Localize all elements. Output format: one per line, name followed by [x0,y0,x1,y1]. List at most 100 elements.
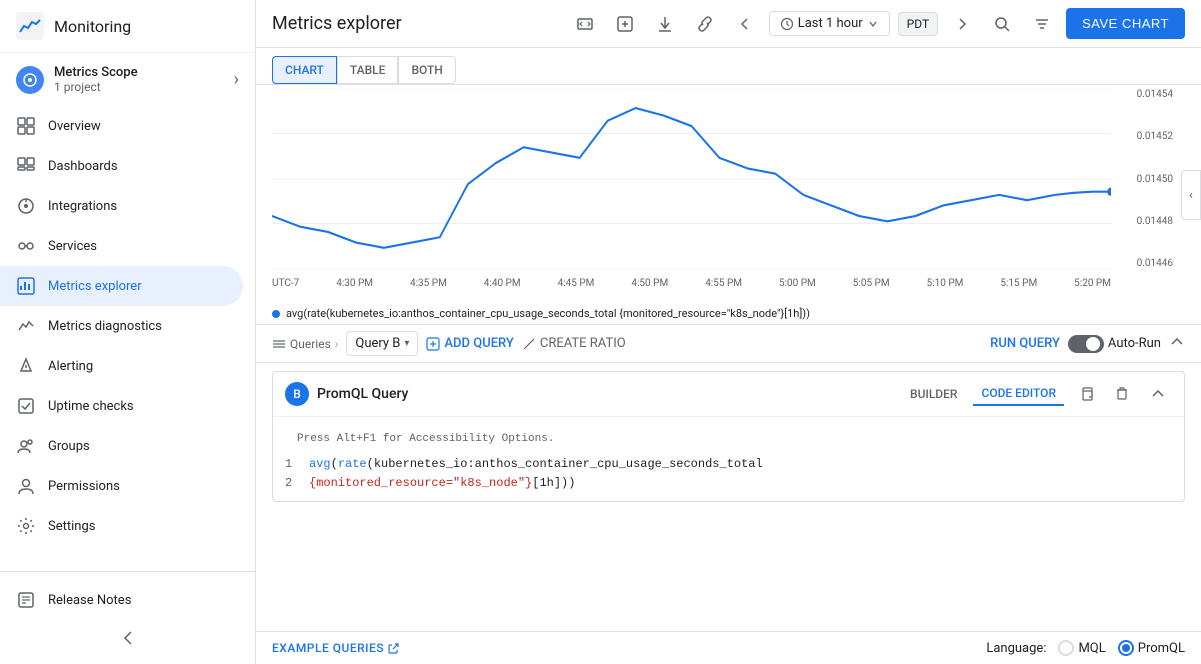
auto-run-toggle-switch[interactable] [1068,335,1104,353]
query-selector[interactable]: Query B ▾ [346,331,418,356]
alerting-icon [16,356,36,376]
collapse-panel-btn[interactable]: ‹ [1181,170,1201,220]
search-icon[interactable] [986,8,1018,40]
y-label: 0.01450 [1137,174,1173,185]
query-bar: Queries › Query B ▾ ADD QUERY CREATE RAT… [256,325,1201,363]
timezone-label: PDT [898,12,938,36]
query-editor: B PromQL Query BUILDER CODE EDITOR Press… [272,371,1185,502]
mql-radio-group[interactable]: MQL [1058,640,1105,656]
copy-query-icon[interactable] [1072,380,1100,408]
next-time-icon[interactable] [946,8,978,40]
tab-code-editor[interactable]: CODE EDITOR [973,382,1064,406]
filter-icon[interactable] [1026,8,1058,40]
add-query-label: ADD QUERY [444,336,513,351]
add-query-button[interactable]: ADD QUERY [426,336,513,351]
x-label: 5:15 PM [1000,278,1037,289]
prev-time-icon[interactable] [729,8,761,40]
chart-svg-container [272,89,1111,269]
create-ratio-button[interactable]: CREATE RATIO [522,336,626,351]
topbar: Metrics explorer Last 1 hour PDT [256,0,1201,48]
link-icon[interactable] [689,8,721,40]
sidebar: Monitoring Metrics Scope 1 project › Ove… [0,0,256,664]
language-selector: Language: MQL PromQL [986,640,1185,656]
radio-selected-indicator [1122,644,1130,652]
add-chart-icon[interactable] [609,8,641,40]
promql-label: PromQL [1138,641,1185,656]
sidebar-item-label: Settings [48,519,95,534]
chevron-right-icon: › [234,69,239,90]
query-selector-label: Query B [355,336,400,351]
sidebar-item-uptime-checks[interactable]: Uptime checks [0,386,243,426]
sidebar-item-label: Uptime checks [48,399,134,414]
sidebar-item-metrics-diagnostics[interactable]: Metrics diagnostics [0,306,243,346]
sidebar-item-label: Metrics diagnostics [48,319,162,334]
scope-title: Metrics Scope [54,65,224,80]
scope-icon [16,66,44,94]
chart-view-tabs: CHART TABLE BOTH [272,56,456,84]
sidebar-item-label: Services [48,239,97,254]
sidebar-item-permissions[interactable]: Permissions [0,466,243,506]
code-line-1: 1 avg(rate(kubernetes_io:anthos_containe… [285,455,1172,474]
example-queries-link[interactable]: EXAMPLE QUERIES [272,641,400,655]
sidebar-item-label: Integrations [48,199,117,214]
tab-chart[interactable]: CHART [272,56,337,84]
query-code-area[interactable]: Press Alt+F1 for Accessibility Options. … [273,417,1184,501]
query-bar-collapse-btn[interactable] [1169,334,1185,354]
sidebar-item-integrations[interactable]: Integrations [0,186,243,226]
example-queries-label: EXAMPLE QUERIES [272,641,384,655]
code-content: avg(rate(kubernetes_io:anthos_container_… [309,455,763,474]
sidebar-item-metrics-explorer[interactable]: Metrics explorer [0,266,243,306]
x-label: 5:05 PM [853,278,890,289]
embed-icon[interactable] [569,8,601,40]
delete-query-icon[interactable] [1108,380,1136,408]
sidebar-header: Monitoring [0,0,255,53]
sidebar-item-label: Alerting [48,359,93,374]
sidebar-item-services[interactable]: Services [0,226,243,266]
x-label: 4:30 PM [336,278,373,289]
sidebar-item-alerting[interactable]: Alerting [0,346,243,386]
sidebar-item-groups[interactable]: Groups [0,426,243,466]
sidebar-item-release-notes[interactable]: Release Notes [0,580,243,620]
release-notes-icon [16,590,36,610]
line-number: 1 [285,455,297,474]
promql-radio-button[interactable] [1118,640,1134,656]
scope-text: Metrics Scope 1 project [54,65,224,94]
sidebar-item-dashboards[interactable]: Dashboards [0,146,243,186]
metrics-scope-section[interactable]: Metrics Scope 1 project › [0,53,255,106]
code-content: {monitored_resource="k8s_node"}[1h])) [309,474,575,493]
sidebar-item-label: Dashboards [48,159,118,174]
sidebar-item-settings[interactable]: Settings [0,506,243,546]
x-axis-labels: UTC-7 4:30 PM 4:35 PM 4:40 PM 4:45 PM 4:… [272,278,1111,289]
query-breadcrumb: Queries › [272,337,338,351]
main-content: Metrics explorer Last 1 hour PDT [256,0,1201,664]
time-range-selector[interactable]: Last 1 hour [769,11,890,36]
sidebar-bottom: Release Notes [0,571,255,664]
y-label: 0.01454 [1137,89,1173,100]
save-chart-button[interactable]: SAVE CHART [1066,8,1185,39]
tab-table[interactable]: TABLE [337,56,399,84]
sidebar-collapse-btn[interactable] [0,620,255,656]
y-label: 0.01446 [1137,258,1173,269]
mql-radio-button[interactable] [1058,640,1074,656]
breadcrumb-separator: › [335,337,339,351]
collapse-editor-icon[interactable] [1144,380,1172,408]
settings-icon [16,516,36,536]
run-query-button[interactable]: RUN QUERY [990,336,1060,351]
tab-builder[interactable]: BUILDER [902,383,965,405]
language-label: Language: [986,641,1046,656]
promql-radio-group[interactable]: PromQL [1118,640,1185,656]
services-icon [16,236,36,256]
page-title: Metrics explorer [272,13,561,34]
integrations-icon [16,196,36,216]
tab-both[interactable]: BOTH [398,56,455,84]
x-label: 4:50 PM [631,278,668,289]
auto-run-toggle[interactable]: Auto-Run [1068,335,1161,353]
bottom-bar: EXAMPLE QUERIES Language: MQL PromQL [256,631,1201,664]
legend-color-dot [272,310,280,318]
query-editor-title: PromQL Query [317,386,894,402]
download-icon[interactable] [649,8,681,40]
toggle-knob [1086,337,1100,351]
sidebar-item-overview[interactable]: Overview [0,106,243,146]
sidebar-nav: Overview Dashboards Integrations Service… [0,106,255,571]
x-label: 4:40 PM [484,278,521,289]
